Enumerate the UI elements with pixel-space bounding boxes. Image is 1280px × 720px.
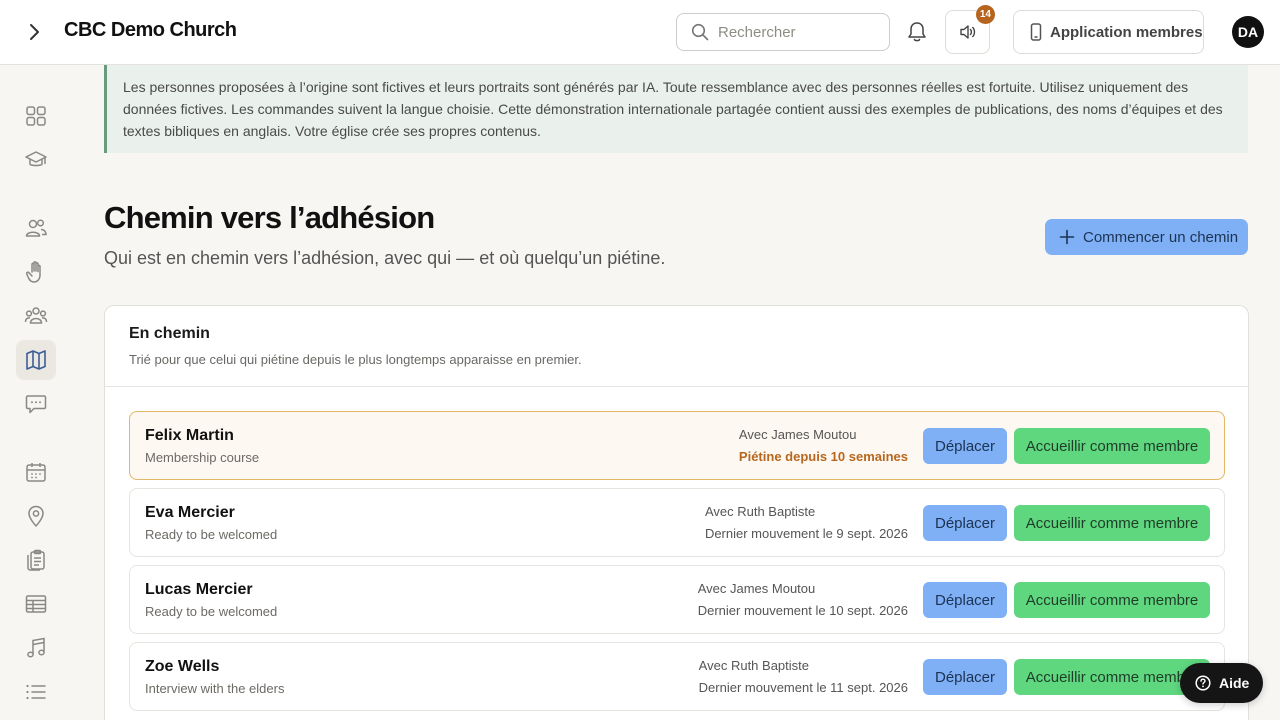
graduation-cap-icon [25,151,47,167]
sidebar-item-training[interactable] [16,140,56,180]
top-bar: CBC Demo Church 14 Application membres D… [0,0,1280,65]
list-icon [26,684,46,700]
chat-icon [25,395,47,414]
companion-text: Avec Ruth Baptiste [704,504,816,519]
notifications-button[interactable] [905,20,929,44]
companion-text: Avec James Moutou [697,581,816,596]
row-meta: Avec James Moutou Dernier mouvement le 1… [698,581,908,619]
move-button[interactable]: Déplacer [923,428,1007,464]
location-pin-icon [28,505,44,527]
search-icon [691,23,709,41]
page-title: Chemin vers l’adhésion [104,200,435,235]
help-button[interactable]: Aide [1180,663,1263,703]
page-subtitle: Qui est en chemin vers l’adhésion, avec … [104,248,666,268]
move-button[interactable]: Déplacer [923,582,1007,618]
row-meta: Avec Ruth Baptiste Dernier mouvement le … [699,658,908,696]
bell-icon [908,22,926,42]
music-icon [27,637,45,658]
pathway-card: En chemin Trié pour que celui qui piétin… [104,305,1249,720]
demo-notice: Les personnes proposées à l’origine sont… [104,65,1248,153]
sidebar-toggle-button[interactable] [22,20,46,44]
pathway-stage: Membership course [145,450,260,465]
sidebar-item-dashboard[interactable] [16,96,56,136]
sidebar-item-lists[interactable] [16,672,56,712]
people-icon [25,219,47,237]
sidebar-item-people[interactable] [16,208,56,248]
pathway-row: Zoe Wells Interview with the elders Avec… [129,642,1225,711]
sidebar-item-pathways[interactable] [16,340,56,380]
person-name[interactable]: Felix Martin [145,427,234,445]
move-button[interactable]: Déplacer [923,505,1007,541]
status-text: Dernier mouvement le 11 sept. 2026 [698,680,908,695]
search-box[interactable] [676,13,890,51]
status-text: Dernier mouvement le 10 sept. 2026 [697,603,908,618]
grid-icon [26,106,46,126]
pathway-stage: Ready to be welcomed [145,604,278,619]
announcements-button[interactable]: 14 [945,5,995,54]
sidebar-item-tables[interactable] [16,584,56,624]
members-app-button[interactable]: Application membres [1013,10,1204,54]
start-pathway-button[interactable]: Commencer un chemin [1045,219,1248,255]
announcements-count-badge: 14 [975,5,995,24]
speaker-icon [959,25,975,39]
status-text: Piétine depuis 10 semaines [738,449,908,464]
user-avatar[interactable]: DA [1232,16,1264,48]
calendar-icon [26,463,46,482]
phone-icon [1030,23,1042,41]
clipboard-icon [27,549,45,571]
pathway-stage: Ready to be welcomed [145,527,278,542]
pathway-stage: Interview with the elders [145,681,285,696]
row-meta: Avec James Moutou Piétine depuis 10 sema… [739,427,908,465]
hand-icon [25,261,41,283]
welcome-member-button[interactable]: Accueillir comme membre [1014,505,1210,541]
person-name[interactable]: Eva Mercier [145,504,235,522]
sidebar-item-calendar[interactable] [16,452,56,492]
companion-text: Avec Ruth Baptiste [698,658,809,673]
plus-icon [1059,229,1075,245]
person-name[interactable]: Lucas Mercier [145,581,253,599]
start-pathway-label: Commencer un chemin [1083,228,1239,246]
person-name[interactable]: Zoe Wells [145,658,219,676]
groups-icon [24,307,48,324]
app-title: CBC Demo Church [64,19,237,41]
sidebar-item-groups[interactable] [16,296,56,336]
pathway-row: Eva Mercier Ready to be welcomed Avec Ru… [129,488,1225,557]
card-subtitle: Trié pour que celui qui piétine depuis l… [129,352,582,367]
status-text: Dernier mouvement le 9 sept. 2026 [704,526,908,541]
row-meta: Avec Ruth Baptiste Dernier mouvement le … [705,504,908,542]
pathway-row: Lucas Mercier Ready to be welcomed Avec … [129,565,1225,634]
help-circle-icon [1195,675,1211,691]
help-label: Aide [1219,675,1250,691]
sidebar-item-music[interactable] [16,628,56,668]
sidebar-item-forms[interactable] [16,540,56,580]
card-title: En chemin [129,325,210,342]
welcome-member-button[interactable]: Accueillir comme membre [1014,428,1210,464]
sidebar-item-messages[interactable] [16,384,56,424]
table-icon [25,595,47,613]
card-header: En chemin Trié pour que celui qui piétin… [105,306,1248,387]
move-button[interactable]: Déplacer [923,659,1007,695]
sidebar [0,65,72,720]
pathway-row: Felix Martin Membership course Avec Jame… [129,411,1225,480]
sidebar-item-volunteers[interactable] [16,252,56,292]
welcome-member-button[interactable]: Accueillir comme membre [1014,582,1210,618]
map-icon [26,350,46,370]
chevron-right-icon [30,24,39,40]
members-app-label: Application membres [1050,23,1203,41]
search-input[interactable] [718,23,878,41]
companion-text: Avec James Moutou [738,427,857,442]
sidebar-item-locations[interactable] [16,496,56,536]
